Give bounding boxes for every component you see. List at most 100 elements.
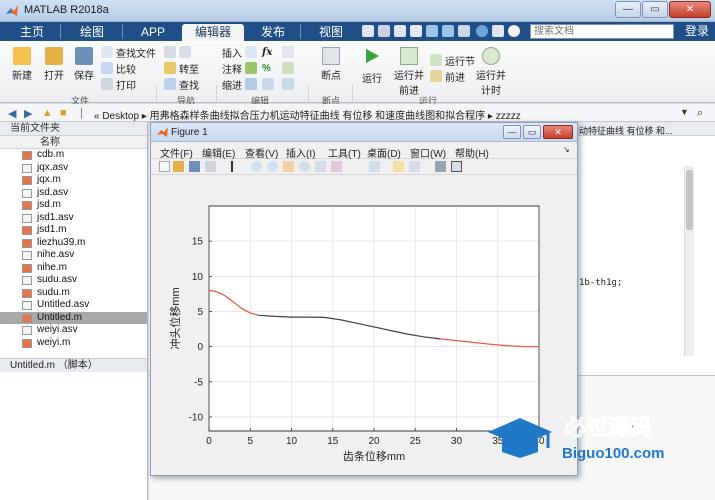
menu-help[interactable]: 帮助(H) — [455, 145, 489, 160]
edit-plot-icon[interactable] — [231, 161, 242, 172]
name-column-header[interactable]: 名称 — [0, 136, 147, 149]
run-button[interactable]: 运行 — [358, 47, 386, 85]
close-button[interactable]: ✕ — [669, 1, 711, 18]
search-docs-input[interactable]: 搜索文档 — [530, 24, 674, 39]
x-tick-label: 15 — [327, 436, 339, 447]
run-section-button[interactable]: 运行节 — [430, 53, 475, 68]
pan-icon[interactable] — [283, 161, 294, 172]
uncomment-button[interactable] — [282, 61, 294, 75]
scrollbar-thumb[interactable] — [686, 170, 693, 230]
tab-view[interactable]: 视图 — [306, 24, 356, 41]
open-button[interactable]: 打开 — [40, 47, 68, 82]
smart-indent-button[interactable] — [262, 77, 274, 91]
undo-quick-icon[interactable] — [426, 25, 438, 37]
menu-insert[interactable]: 插入(I) — [286, 145, 315, 160]
file-list-item[interactable]: sudu.m — [0, 287, 147, 300]
tab-plots[interactable]: 绘图 — [66, 24, 118, 41]
up-folder-icon[interactable]: ▲ — [42, 107, 53, 119]
decrease-indent-button[interactable] — [282, 77, 294, 91]
address-path[interactable]: « Desktop ▸ 用弗格森样条曲线拟合压力机运动特征曲线 有位移 和速度曲… — [94, 107, 521, 122]
switch-windows-icon[interactable] — [458, 25, 470, 37]
menu-window[interactable]: 窗口(W) — [410, 145, 446, 160]
file-list-item[interactable]: jqx.asv — [0, 162, 147, 175]
legend-icon[interactable] — [409, 161, 420, 172]
browse-folder-icon[interactable]: ■ — [60, 107, 67, 119]
zoom-out-icon[interactable] — [267, 161, 278, 172]
file-list-item[interactable]: jsd1.m — [0, 224, 147, 237]
file-list-item[interactable]: nihe.asv — [0, 249, 147, 262]
menu-edit[interactable]: 编辑(E) — [202, 145, 235, 160]
address-dropdown-icon[interactable]: ▼ — [680, 107, 689, 117]
save-figure-icon[interactable] — [189, 161, 200, 172]
compare-button[interactable]: 比较 — [101, 61, 136, 76]
file-list-item[interactable]: Untitled.asv — [0, 299, 147, 312]
new-figure-icon[interactable] — [159, 161, 170, 172]
tab-home[interactable]: 主页 — [8, 24, 56, 41]
show-plot-tools-icon[interactable] — [451, 161, 462, 172]
fx-button[interactable]: fx — [262, 45, 272, 59]
goto-button[interactable]: 转至 — [164, 61, 199, 76]
zoom-in-icon[interactable] — [251, 161, 262, 172]
percent-comment-button[interactable]: % — [262, 61, 271, 75]
file-list-item[interactable]: sudu.asv — [0, 274, 147, 287]
redo-quick-icon[interactable] — [442, 25, 454, 37]
breakpoints-button[interactable]: 断点 — [314, 47, 348, 82]
community-icon[interactable] — [508, 25, 520, 37]
run-and-advance-button[interactable]: 运行并 前进 — [392, 47, 426, 97]
run-and-time-button[interactable]: 运行并 计时 — [474, 47, 508, 97]
file-list-item[interactable]: weiyi.asv — [0, 324, 147, 337]
maximize-button[interactable]: ▭ — [642, 1, 668, 18]
figure-maximize-button[interactable]: ▭ — [523, 125, 541, 139]
insert-button[interactable]: 插入 — [222, 45, 257, 60]
colorbar-icon[interactable] — [393, 161, 404, 172]
hide-plot-tools-icon[interactable] — [435, 161, 446, 172]
menu-dock-icon[interactable]: ↘ — [563, 145, 570, 154]
file-list-item[interactable]: cdb.m — [0, 149, 147, 162]
figure-minimize-button[interactable]: — — [503, 125, 521, 139]
customize-toolbar-icon[interactable] — [492, 25, 504, 37]
data-cursor-icon[interactable] — [315, 161, 326, 172]
indent-button[interactable]: 缩进 — [222, 77, 257, 92]
advance-button[interactable]: 前进 — [430, 69, 465, 84]
new-button[interactable]: 新建 — [8, 47, 36, 82]
save-quick-icon[interactable] — [362, 25, 374, 37]
back-arrow-icon[interactable]: ◀ — [8, 107, 16, 120]
print-button[interactable]: 打印 — [101, 77, 136, 92]
file-list-item[interactable]: Untitled.m — [0, 311, 147, 324]
tab-publish[interactable]: 发布 — [250, 24, 296, 41]
menu-view[interactable]: 查看(V) — [245, 145, 278, 160]
file-list-item[interactable]: weiyi.m — [0, 337, 147, 350]
forward-arrow-icon[interactable]: ▶ — [24, 107, 32, 120]
file-list-item[interactable]: jsd1.asv — [0, 212, 147, 225]
file-list-item[interactable]: nihe.m — [0, 262, 147, 275]
figure-close-button[interactable]: ✕ — [543, 125, 573, 139]
help-quick-icon[interactable] — [476, 25, 488, 37]
wrap-button[interactable] — [282, 45, 294, 59]
back-forward-buttons[interactable] — [164, 45, 191, 59]
file-list-item[interactable]: jsd.asv — [0, 187, 147, 200]
open-file-icon[interactable] — [173, 161, 184, 172]
file-list-item[interactable]: jsd.m — [0, 199, 147, 212]
menu-file[interactable]: 文件(F) — [160, 145, 193, 160]
paste-quick-icon[interactable] — [410, 25, 422, 37]
rotate-icon[interactable] — [299, 161, 310, 172]
address-search-icon[interactable]: ⌕ — [697, 107, 703, 120]
comment-button[interactable]: 注释 — [222, 61, 257, 76]
file-list-item[interactable]: jqx.m — [0, 174, 147, 187]
tab-apps[interactable]: APP — [128, 24, 178, 41]
copy-quick-icon[interactable] — [394, 25, 406, 37]
save-button[interactable]: 保存 — [70, 47, 98, 82]
print-figure-icon[interactable] — [205, 161, 216, 172]
menu-desktop[interactable]: 桌面(D) — [367, 145, 401, 160]
editor-scrollbar[interactable] — [684, 166, 694, 356]
cut-quick-icon[interactable] — [378, 25, 390, 37]
minimize-button[interactable]: — — [615, 1, 641, 18]
login-link[interactable]: 登录 — [682, 22, 712, 41]
tab-editor[interactable]: 编辑器 — [182, 24, 244, 41]
link-plot-icon[interactable] — [369, 161, 380, 172]
file-list-item[interactable]: liezhu39.m — [0, 237, 147, 250]
find-button[interactable]: 查找 — [164, 77, 199, 92]
brush-icon[interactable] — [331, 161, 342, 172]
menu-tools[interactable]: 工具(T) — [328, 145, 361, 160]
find-files-button[interactable]: 查找文件 — [101, 45, 156, 60]
